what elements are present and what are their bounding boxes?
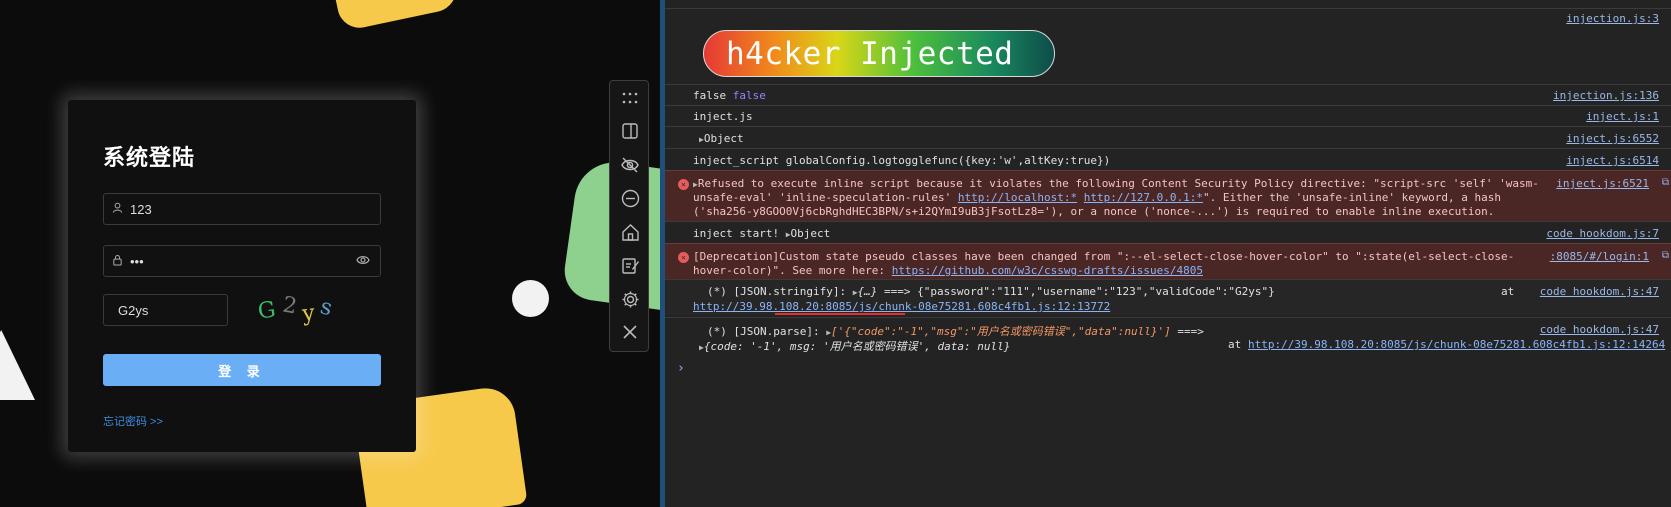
- decor-white-triangle: [0, 330, 35, 400]
- console-row: inject start! ▶Object code hookdom.js:7: [665, 221, 1671, 243]
- console-row: ▶Object inject.js:6552: [665, 126, 1671, 148]
- floating-toolbar: [609, 80, 649, 352]
- banner-text: h4cker Injected: [726, 35, 1014, 72]
- user-icon: [104, 202, 130, 216]
- console-error-line: ▶Refused to execute inline script becaus…: [693, 177, 1539, 190]
- home-icon[interactable]: [619, 221, 641, 243]
- captcha-char: G: [256, 296, 284, 325]
- error-icon: ✕: [678, 179, 689, 190]
- captcha-input[interactable]: G2ys: [103, 294, 228, 326]
- console-at-label: at: [1501, 285, 1515, 298]
- console-row: false false injection.js:136: [665, 84, 1671, 105]
- password-input[interactable]: •••: [103, 245, 381, 277]
- console-source-link[interactable]: inject.js:1: [1586, 110, 1659, 123]
- username-value: 123: [130, 201, 152, 217]
- console-source-link[interactable]: injection.js:3: [1566, 12, 1659, 25]
- decor-yellow-shape-top: [330, 0, 460, 32]
- csswg-issue-link[interactable]: https://github.com/w3c/csswg-drafts/issu…: [892, 264, 1203, 277]
- console-parsed-object[interactable]: ▶{code: '-1', msg: '用户名或密码错误', data: nul…: [699, 338, 1010, 354]
- captcha-image[interactable]: G2ys: [256, 293, 358, 327]
- console-row: inject_script globalConfig.logtogglefunc…: [665, 148, 1671, 170]
- console-error-line: hover-color)". See more here: https://gi…: [693, 264, 1203, 277]
- console-error-line: [Deprecation]Custom state pseudo classes…: [693, 250, 1515, 263]
- minus-circle-icon[interactable]: [619, 187, 641, 209]
- console-source-link[interactable]: inject.js:6514: [1566, 154, 1659, 167]
- console-object[interactable]: ▶Object: [699, 132, 744, 145]
- captcha-input-value: G2ys: [118, 302, 149, 318]
- console-prompt[interactable]: ›: [677, 361, 685, 376]
- show-password-icon[interactable]: [356, 254, 370, 269]
- console-source-link[interactable]: :8085/#/login:1: [1550, 250, 1649, 263]
- drag-handle-icon[interactable]: [619, 87, 641, 109]
- console-row: (*) [JSON.parse]: ▶['{"code":"-1","msg":…: [665, 317, 1671, 355]
- gear-icon[interactable]: [619, 288, 641, 310]
- console-at-label: at: [1228, 338, 1242, 351]
- lock-icon: [104, 254, 130, 269]
- copy-icon[interactable]: ⧉: [1662, 177, 1669, 188]
- username-input[interactable]: 123: [103, 193, 381, 225]
- console-error-line: ('sha256-y8GOO0Vj6cbRghdHEC3BPN/s+i2QYmI…: [693, 205, 1495, 218]
- csp-link-localhost[interactable]: http://localhost:*: [958, 191, 1077, 204]
- forgot-password-link[interactable]: 忘记密码 >>: [103, 413, 163, 429]
- console-row: inject.js inject.js:1: [665, 105, 1671, 126]
- console-source-link[interactable]: code hookdom.js:47: [1540, 285, 1659, 298]
- console-message: inject.js: [693, 110, 753, 123]
- console-error-row: ✕ ▶Refused to execute inline script beca…: [665, 170, 1671, 221]
- close-icon[interactable]: [619, 321, 641, 343]
- edit-icon[interactable]: [619, 254, 641, 276]
- captcha-char: s: [317, 294, 341, 323]
- error-icon: ✕: [678, 252, 689, 263]
- console-source-link[interactable]: code hookdom.js:7: [1546, 227, 1659, 240]
- login-button[interactable]: 登 录: [103, 354, 381, 386]
- red-underline-annotation: [775, 313, 905, 315]
- chunk-source-link[interactable]: http://39.98.108.20:8085/js/chunk-08e752…: [693, 300, 1110, 313]
- csp-link-127[interactable]: http://127.0.0.1:*: [1084, 191, 1203, 204]
- console-error-row: ✕ [Deprecation]Custom state pseudo class…: [665, 243, 1671, 279]
- console-source-link[interactable]: inject.js:6521: [1556, 177, 1649, 190]
- login-title: 系统登陆: [103, 145, 196, 170]
- password-value: •••: [130, 253, 144, 269]
- console-message: (*) [JSON.parse]: ▶['{"code":"-1","msg":…: [707, 325, 1204, 338]
- console-source-link[interactable]: injection.js:136: [1553, 89, 1659, 102]
- console-error-line: unsafe-eval' 'inline-speculation-rules' …: [693, 191, 1501, 204]
- console-row: (*) [JSON.stringify]: ▶{…} ===> {"passwo…: [665, 279, 1671, 315]
- chunk-source-link[interactable]: http://39.98.108.20:8085/js/chunk-08e752…: [1248, 338, 1665, 351]
- console-message: (*) [JSON.stringify]: ▶{…} ===> {"passwo…: [707, 285, 1275, 298]
- devtools-console: injection.js:3 h4cker Injected false fal…: [665, 0, 1671, 507]
- console-message: inject start! ▶Object: [693, 227, 831, 240]
- eye-off-icon[interactable]: [619, 154, 641, 176]
- login-card: 系统登陆 123 ••• G2ys G2ys 登 录 忘记密码 >>: [68, 100, 416, 452]
- injected-banner: h4cker Injected: [703, 30, 1055, 77]
- console-message: false false: [693, 89, 766, 102]
- login-page: 系统登陆 123 ••• G2ys G2ys 登 录 忘记密码 >>: [0, 0, 660, 507]
- console-message: inject_script globalConfig.logtogglefunc…: [693, 154, 1111, 167]
- console-source-link[interactable]: code hookdom.js:47: [1540, 323, 1659, 336]
- console-source-link[interactable]: inject.js:6552: [1566, 132, 1659, 145]
- decor-white-circle: [512, 280, 549, 317]
- copy-icon[interactable]: ⧉: [1662, 250, 1669, 261]
- console-row-banner: injection.js:3 h4cker Injected: [665, 8, 1671, 84]
- panel-icon[interactable]: [619, 120, 641, 142]
